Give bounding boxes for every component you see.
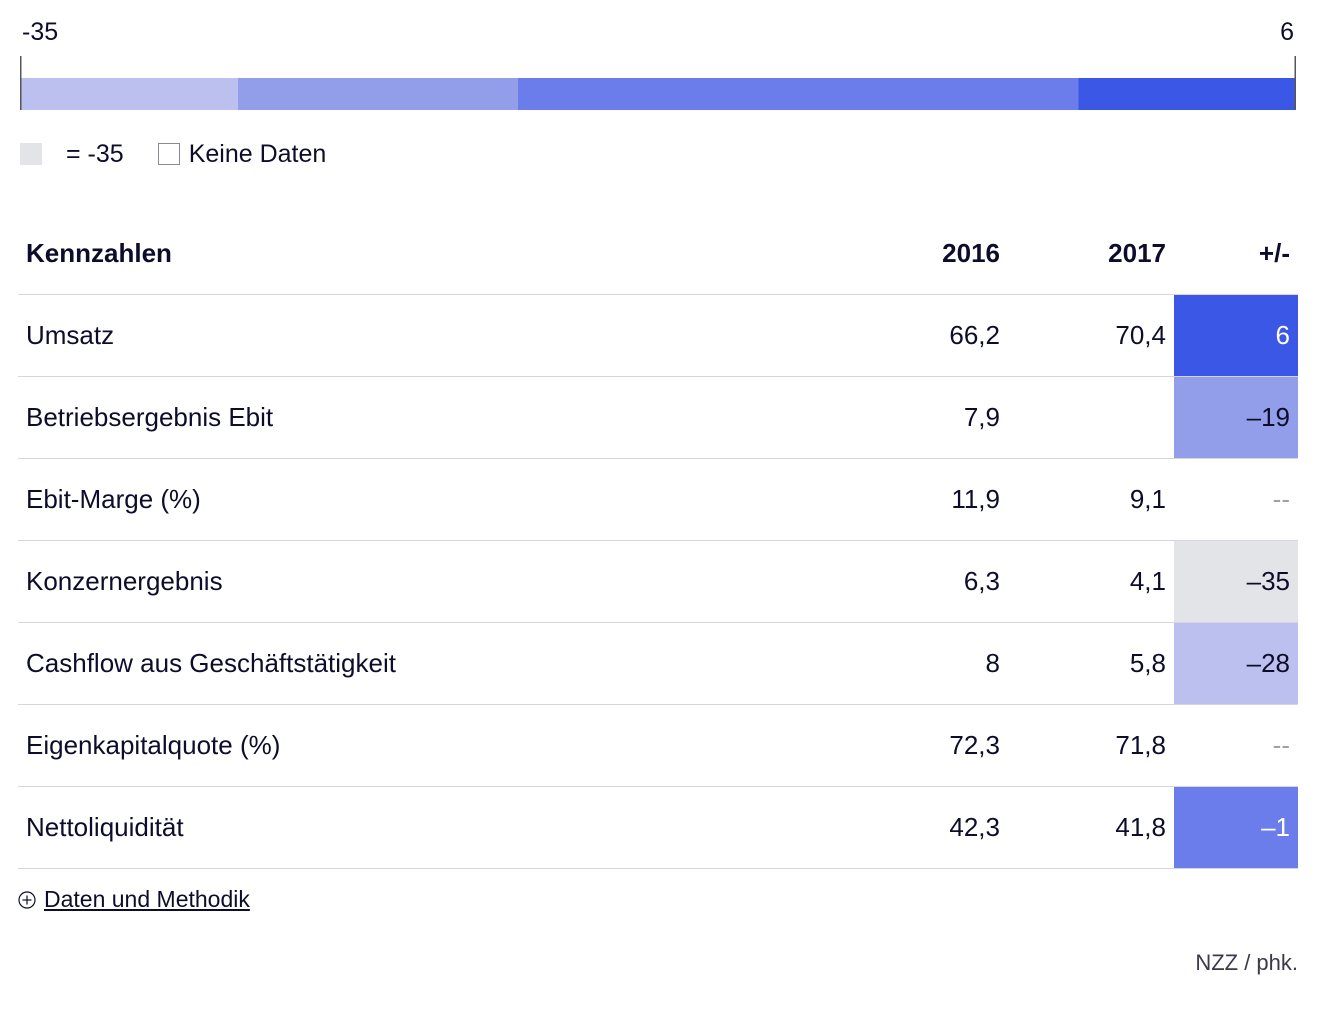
scale-segment-3 xyxy=(1078,78,1296,110)
scale-segment-1 xyxy=(237,78,518,110)
row-label: Nettoliquidität xyxy=(18,786,842,869)
cell-2016: 11,9 xyxy=(842,458,1008,541)
cell-change: –19 xyxy=(1174,376,1298,459)
cell-2016: 66,2 xyxy=(842,294,1008,377)
table-row: Umsatz 66,2 70,4 6 xyxy=(18,294,1298,377)
row-label: Umsatz xyxy=(18,294,842,377)
cell-2016: 8 xyxy=(842,622,1008,705)
source-credit: NZZ / phk. xyxy=(1195,950,1298,975)
legend-min-swatch xyxy=(20,143,42,165)
legend-nodata-swatch xyxy=(157,143,180,165)
scale-max-label: 6 xyxy=(1280,18,1294,46)
cell-2017 xyxy=(1008,376,1174,459)
cell-change: -- xyxy=(1174,458,1298,541)
scale-segment-0 xyxy=(20,78,238,110)
table-row: Ebit-Marge (%) 11,9 9,1 -- xyxy=(18,458,1298,541)
row-label: Ebit-Marge (%) xyxy=(18,458,842,541)
daten-methodik-link-row[interactable]: Daten und Methodik xyxy=(18,886,250,913)
header-2016: 2016 xyxy=(842,212,1008,295)
daten-methodik-link[interactable]: Daten und Methodik xyxy=(44,886,250,913)
cell-2016: 7,9 xyxy=(842,376,1008,459)
cell-2017: 4,1 xyxy=(1008,540,1174,623)
cell-2017: 5,8 xyxy=(1008,622,1174,705)
cell-change: 6 xyxy=(1174,294,1298,377)
legend: = -35 Keine Daten xyxy=(20,138,326,170)
header-change: +/- xyxy=(1174,212,1298,295)
circle-plus-icon xyxy=(18,890,36,909)
cell-change: -- xyxy=(1174,704,1298,787)
cell-2017: 41,8 xyxy=(1008,786,1174,869)
cell-change: –28 xyxy=(1174,622,1298,705)
table-row: Nettoliquidität 42,3 41,8 –1 xyxy=(18,786,1298,869)
row-label: Cashflow aus Geschäftstätigkeit xyxy=(18,622,842,705)
cell-2016: 72,3 xyxy=(842,704,1008,787)
kennzahlen-table: Kennzahlen 2016 2017 +/- Umsatz 66,2 70,4 6… xyxy=(18,212,1298,869)
cell-2017: 71,8 xyxy=(1008,704,1174,787)
table-row: Konzernergebnis 6,3 4,1 –35 xyxy=(18,540,1298,623)
table-header-row: Kennzahlen 2016 2017 +/- xyxy=(18,212,1298,295)
cell-2017: 9,1 xyxy=(1008,458,1174,541)
header-kennzahlen: Kennzahlen xyxy=(18,212,842,295)
row-label: Betriebsergebnis Ebit xyxy=(18,376,842,459)
color-scale-labels: -35 6 xyxy=(20,18,1296,48)
legend-nodata-text: Keine Daten xyxy=(188,139,327,168)
header-2017: 2017 xyxy=(1008,212,1174,295)
cell-2016: 42,3 xyxy=(842,786,1008,869)
row-label: Eigenkapitalquote (%) xyxy=(18,704,842,787)
table-row: Cashflow aus Geschäftstätigkeit 8 5,8 –28 xyxy=(18,622,1298,705)
legend-min-text: = -35 xyxy=(66,139,124,168)
color-scale-bar xyxy=(20,56,1296,110)
color-scale-svg xyxy=(20,56,1296,110)
cell-change: –35 xyxy=(1174,540,1298,623)
table-row: Betriebsergebnis Ebit 7,9 –19 xyxy=(18,376,1298,459)
cell-2017: 70,4 xyxy=(1008,294,1174,377)
table-body: Umsatz 66,2 70,4 6 Betriebsergebnis Ebit 7,9–… xyxy=(18,294,1298,869)
table-row: Eigenkapitalquote (%) 72,3 71,8 -- xyxy=(18,704,1298,787)
row-label: Konzernergebnis xyxy=(18,540,842,623)
scale-min-label: -35 xyxy=(22,18,59,46)
cell-change: –1 xyxy=(1174,786,1298,869)
scale-segment-2 xyxy=(517,78,1079,110)
cell-2016: 6,3 xyxy=(842,540,1008,623)
